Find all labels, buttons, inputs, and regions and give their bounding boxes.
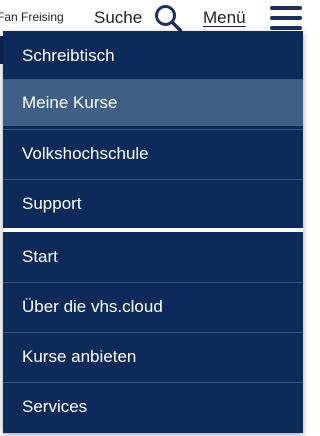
menu-item-label: Volkshochschule: [22, 144, 149, 163]
menu-item-schreibtisch[interactable]: Schreibtisch: [3, 33, 303, 79]
menu-item-kurse-anbieten[interactable]: Kurse anbieten: [3, 334, 303, 380]
menu-item-services[interactable]: Services: [3, 384, 303, 430]
menu-divider: [3, 282, 303, 283]
menu-item-support[interactable]: Support: [3, 181, 303, 227]
menu-item-label: Kurse anbieten: [22, 347, 137, 366]
menu-item-ueber-vhs-cloud[interactable]: Über die vhs.cloud: [3, 284, 303, 330]
menu-item-label: Start: [22, 247, 58, 266]
menu-item-meine-kurse[interactable]: Meine Kurse: [3, 80, 303, 126]
hamburger-line: [270, 6, 302, 10]
menu-item-volkshochschule[interactable]: Volkshochschule: [3, 131, 303, 177]
menu-divider: [3, 179, 303, 180]
hamburger-icon[interactable]: [270, 5, 302, 31]
page: Fan Freising Suche Menü Schreibtisch Mei…: [0, 0, 306, 436]
menu-item-start[interactable]: Start: [3, 234, 303, 280]
menu-divider: [3, 382, 303, 383]
menu-item-label: Support: [22, 194, 82, 213]
menu-group-separator: [3, 228, 303, 232]
menu-label[interactable]: Menü: [203, 8, 246, 28]
menu-item-label: Über die vhs.cloud: [22, 297, 163, 316]
menu-item-label: Schreibtisch: [22, 46, 115, 65]
menu-item-label: Meine Kurse: [22, 93, 118, 112]
search-label[interactable]: Suche: [94, 8, 142, 28]
menu-divider: [3, 332, 303, 333]
hamburger-line: [270, 26, 302, 30]
org-name: Fan Freising: [0, 10, 64, 24]
menu-item-label: Services: [22, 397, 88, 416]
menu-divider: [3, 129, 303, 130]
dropdown-menu: Schreibtisch Meine Kurse Volkshochschule…: [3, 31, 303, 433]
hamburger-line: [270, 16, 302, 20]
search-icon[interactable]: [153, 3, 183, 33]
